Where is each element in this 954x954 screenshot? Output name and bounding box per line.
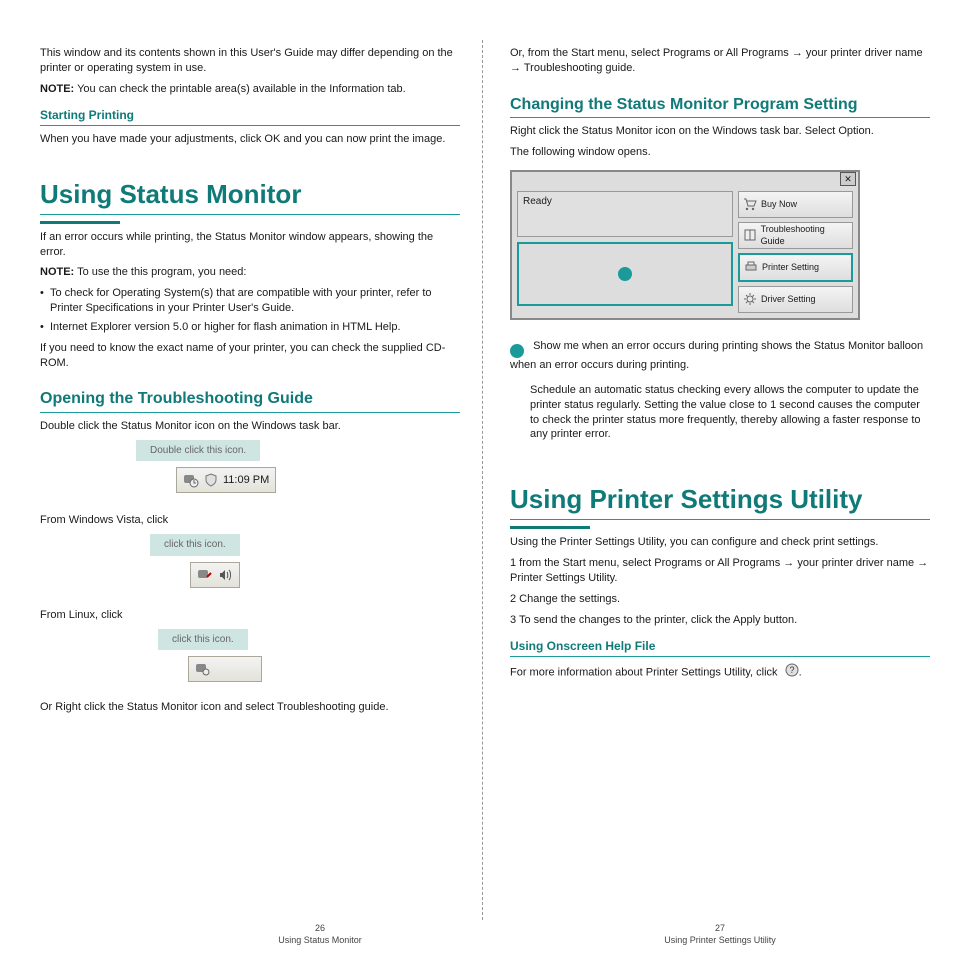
status-monitor-icon[interactable] — [183, 472, 199, 488]
shield-icon — [203, 472, 219, 488]
onscreen-help-heading: Using Onscreen Help File — [510, 638, 930, 654]
starting-printing-body: When you have made your adjustments, cli… — [40, 132, 460, 147]
arrow-icon: → — [917, 557, 928, 569]
linux-line: From Linux, click — [40, 608, 460, 623]
page-title: Using Status Monitor — [40, 177, 460, 212]
printer-icon — [743, 259, 759, 275]
note2-bullet-2: Internet Explorer version 5.0 or higher … — [40, 320, 460, 335]
volume-icon — [217, 567, 233, 583]
util-step3: 3 To send the changes to the printer, cl… — [510, 613, 930, 628]
status-monitor-window: ✕ Ready Buy Now — [510, 170, 860, 320]
arrow-icon: → — [783, 557, 794, 569]
title-accent2 — [510, 526, 590, 529]
book-icon — [742, 227, 758, 243]
change-setting-body: Right click the Status Monitor icon on t… — [510, 124, 930, 139]
toner-level-box — [517, 242, 733, 306]
linux-systray — [188, 656, 262, 682]
open-troubleshooting-body: Double click the Status Monitor icon on … — [40, 419, 460, 434]
note-line: NOTE: You can check the printable area(s… — [40, 82, 460, 97]
footer-left: 26 Using Status Monitor — [160, 922, 480, 946]
right-click-line: Or Right click the Status Monitor icon a… — [40, 700, 460, 715]
titlebar: ✕ — [512, 172, 858, 186]
column-separator — [482, 40, 484, 920]
status-monitor-icon[interactable] — [197, 567, 213, 583]
close-icon[interactable]: ✕ — [840, 172, 856, 186]
title-rule2 — [510, 519, 930, 520]
xp-clock: 11:09 PM — [223, 473, 269, 488]
util-step2: 2 Change the settings. — [510, 592, 930, 607]
note-label: NOTE: — [40, 83, 74, 95]
callout-2: Schedule an automatic status checking ev… — [530, 383, 930, 442]
util-step1: 1 from the Start menu, select Programs o… — [510, 556, 930, 586]
gear-icon — [742, 291, 758, 307]
printer-setting-button[interactable]: Printer Setting — [738, 253, 853, 282]
footer-right: 27 Using Printer Settings Utility — [560, 922, 880, 946]
xp-systray: 11:09 PM — [176, 467, 276, 493]
callout-1: Show me when an error occurs during prin… — [510, 334, 930, 373]
onscreen-help-body: For more information about Printer Setti… — [510, 663, 930, 682]
change-setting-heading: Changing the Status Monitor Program Sett… — [510, 94, 930, 116]
starting-printing-heading: Starting Printing — [40, 107, 460, 123]
status-monitor-icon[interactable] — [195, 661, 211, 677]
vista-systray — [190, 562, 240, 588]
vista-line: From Windows Vista, click — [40, 513, 460, 528]
util-body: Using the Printer Settings Utility, you … — [510, 535, 930, 550]
note2-label: NOTE: — [40, 266, 74, 278]
note-body: You can check the printable area(s) avai… — [77, 83, 406, 95]
rule — [40, 125, 460, 126]
buy-now-button[interactable]: Buy Now — [738, 191, 853, 218]
arrow-icon: → — [510, 62, 521, 74]
linux-tag: click this icon. — [158, 629, 248, 651]
note2-line: NOTE: To use the this program, you need: — [40, 265, 460, 280]
note2-tail: If you need to know the exact name of yo… — [40, 341, 460, 371]
rule4 — [510, 656, 930, 657]
intro-text: This window and its contents shown in th… — [40, 46, 460, 76]
rule3 — [510, 117, 930, 118]
change-setting-body2: The following window opens. — [510, 145, 930, 160]
arrow-icon: → — [792, 47, 803, 59]
svg-text:?: ? — [789, 665, 794, 675]
driver-setting-button[interactable]: Driver Setting — [738, 286, 853, 313]
or-start-menu: Or, from the Start menu, select Programs… — [510, 46, 930, 76]
cart-icon — [742, 196, 758, 212]
troubleshooting-guide-button[interactable]: Troubleshooting Guide — [738, 222, 853, 249]
printer-status-field: Ready — [517, 191, 733, 237]
left-column: This window and its contents shown in th… — [40, 40, 460, 721]
error-para: If an error occurs while printing, the S… — [40, 230, 460, 260]
right-column: Or, from the Start menu, select Programs… — [510, 40, 930, 688]
doubleclick-tag: Double click this icon. — [136, 440, 260, 462]
vista-tag: click this icon. — [150, 534, 240, 556]
page: { "left": { "top_lines": "This window an… — [0, 0, 954, 954]
title-rule — [40, 214, 460, 215]
note2-bullet-1: To check for Operating System(s) that ar… — [40, 286, 460, 316]
note2-body: To use the this program, you need: — [77, 266, 246, 278]
series-marker-icon — [618, 267, 632, 281]
bullet-icon — [510, 344, 524, 358]
rule2 — [40, 412, 460, 413]
help-icon[interactable]: ? — [785, 663, 799, 682]
printer-settings-utility-title: Using Printer Settings Utility — [510, 482, 930, 517]
title-accent — [40, 221, 120, 224]
open-troubleshooting-heading: Opening the Troubleshooting Guide — [40, 388, 460, 410]
